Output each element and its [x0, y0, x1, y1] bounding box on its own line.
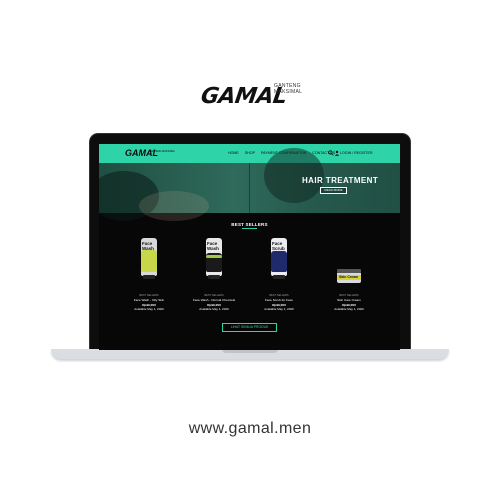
product-price: Rp99,000: [207, 302, 221, 307]
product-image-face-scrub: Face Scrub: [264, 236, 294, 291]
login-register-link[interactable]: LOGIN / REGISTER: [340, 151, 373, 155]
product-name[interactable]: Face Scrub for Face: [249, 298, 309, 302]
product-availability: Available May 1, 2020: [199, 307, 229, 311]
read-more-button[interactable]: READ MORE: [320, 187, 347, 194]
product-price: Rp99,000: [272, 302, 286, 307]
product-card[interactable]: Skin Cream BEST SELLERS Skin Care Cream …: [319, 236, 379, 321]
product-label: Face Wash: [142, 241, 154, 251]
product-label: Face Wash: [207, 241, 219, 251]
product-image-face-wash-normal: Face Wash: [199, 236, 229, 291]
nav-link-home[interactable]: HOME: [228, 151, 239, 155]
view-all-products-button[interactable]: LIHAT SEMUA PRODUK: [222, 323, 277, 332]
brand-logo: GAMAL GANTENG MAKSIMAL: [199, 79, 306, 111]
product-label: Skin Cream: [339, 275, 359, 280]
brand-tagline-line2: MAKSIMAL: [274, 89, 303, 95]
product-card[interactable]: Face Scrub BEST SELLERS Face Scrub for F…: [249, 236, 309, 321]
product-grid: Face Wash BEST SELLERS Face Wash - Oily …: [119, 236, 389, 321]
site-logo-tagline: GANTENG MAKSIMAL: [149, 150, 175, 153]
best-sellers-heading: BEST SELLERS: [231, 222, 268, 227]
hero-banner: HAIR TREATMENT READ MORE: [99, 148, 400, 221]
product-price: Rp99,000: [342, 302, 356, 307]
hero-divider: [249, 163, 250, 213]
product-name[interactable]: Face Wash - Normal Chemical: [184, 298, 244, 302]
product-availability: Available May 1, 2020: [134, 307, 164, 311]
hero-title: HAIR TREATMENT: [302, 176, 379, 185]
product-category: BEST SELLERS: [204, 294, 224, 297]
website-url: www.gamal.men: [188, 420, 312, 437]
product-availability: Available May 1, 2020: [334, 307, 364, 311]
product-name[interactable]: Skin Care Cream: [319, 298, 379, 302]
product-price: Rp99,000: [142, 302, 156, 307]
product-name[interactable]: Face Wash - Oily Skin: [119, 298, 179, 302]
nav-link-shop[interactable]: SHOP: [245, 151, 255, 155]
brand-tagline: GANTENG MAKSIMAL: [274, 83, 302, 95]
product-category: BEST SELLERS: [269, 294, 289, 297]
product-image-skin-cream: Skin Cream: [334, 236, 364, 291]
product-image-face-wash-oily: Face Wash: [134, 236, 164, 291]
hero-photo-skin: [139, 191, 209, 221]
product-label: Face Scrub: [272, 241, 285, 251]
product-card[interactable]: Face Wash BEST SELLERS Face Wash - Norma…: [184, 236, 244, 321]
heading-underline: [242, 228, 257, 229]
site-navbar: GAMAL GANTENG MAKSIMAL HOME SHOP PAYMENT…: [99, 144, 400, 163]
product-category: BEST SELLERS: [339, 294, 359, 297]
product-category: BEST SELLERS: [139, 294, 159, 297]
cream-jar: Skin Cream: [337, 269, 361, 283]
product-availability: Available May 1, 2020: [264, 307, 294, 311]
product-card[interactable]: Face Wash BEST SELLERS Face Wash - Oily …: [119, 236, 179, 321]
laptop-screen: GAMAL GANTENG MAKSIMAL HOME SHOP PAYMENT…: [99, 144, 400, 350]
